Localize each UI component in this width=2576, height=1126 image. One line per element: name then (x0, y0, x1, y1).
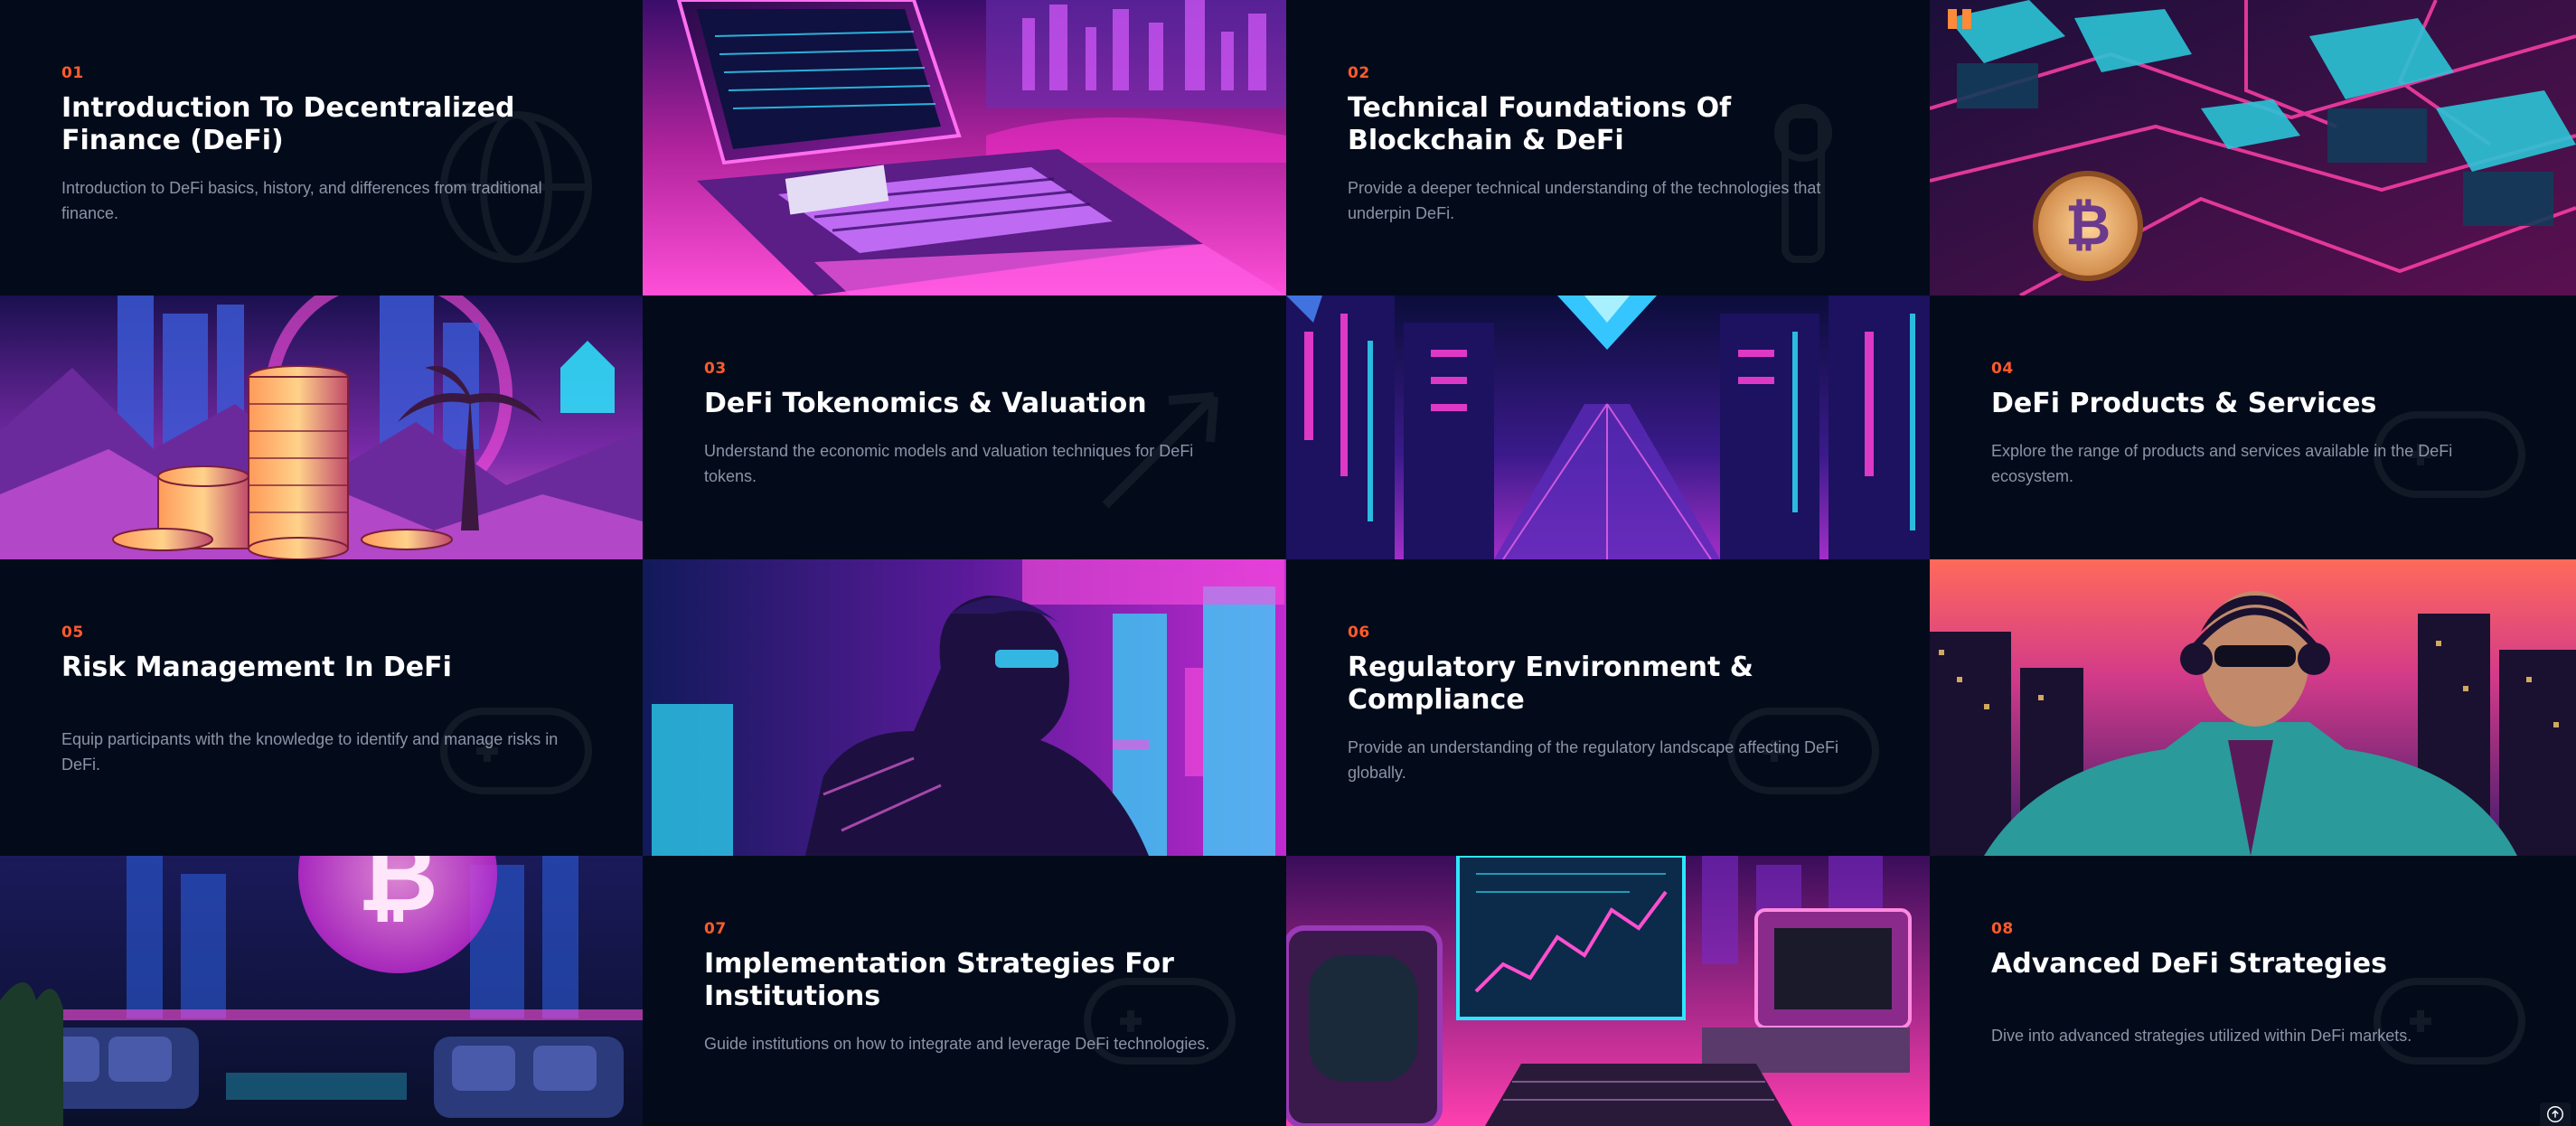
module-card-05[interactable]: 05 Risk Management In DeFi Equip partici… (0, 559, 643, 856)
module-description: Introduction to DeFi basics, history, an… (61, 179, 542, 222)
module-title[interactable]: Technical Foundations Of Blockchain & De… (1348, 92, 1854, 157)
module-title[interactable]: Risk Management In DeFi (61, 652, 568, 684)
module-title[interactable]: Advanced DeFi Strategies (1991, 948, 2497, 981)
svg-text:₿: ₿ (2065, 192, 2111, 258)
module-card-07[interactable]: 07 Implementation Strategies For Institu… (643, 856, 1286, 1126)
neon-city-corridor-image (1286, 296, 1930, 559)
module-description: Dive into advanced strategies utilized w… (1991, 1027, 2412, 1045)
module-card-04[interactable]: 04 DeFi Products & Services Explore the … (1930, 296, 2576, 559)
module-title[interactable]: Regulatory Environment & Compliance (1348, 652, 1854, 717)
module-number: 08 (1991, 920, 2014, 938)
neon-coin-stack-image (0, 296, 643, 559)
module-card-06[interactable]: 06 Regulatory Environment & Compliance P… (1286, 559, 1930, 856)
module-description: Equip participants with the knowledge to… (61, 730, 559, 774)
module-card-01[interactable]: 01 Introduction To Decentralized Finance… (0, 0, 643, 296)
module-description: Explore the range of products and servic… (1991, 442, 2453, 485)
arrow-up-circle-icon (2547, 1106, 2563, 1122)
module-title[interactable]: DeFi Products & Services (1991, 388, 2497, 420)
module-title[interactable]: DeFi Tokenomics & Valuation (704, 388, 1210, 420)
module-card-08[interactable]: 08 Advanced DeFi Strategies Dive into ad… (1930, 856, 2576, 1126)
module-title[interactable]: Introduction To Decentralized Finance (D… (61, 92, 568, 157)
module-number: 04 (1991, 360, 2014, 378)
neon-hacker-portrait-image (643, 559, 1286, 856)
module-number: 02 (1348, 64, 1370, 82)
neon-circuit-bitcoin-image: ₿ (1930, 0, 2576, 296)
neon-lounge-bitcoin-image: ₿ (0, 856, 643, 1126)
module-title[interactable]: Implementation Strategies For Institutio… (704, 948, 1210, 1013)
scroll-to-top-button[interactable] (2540, 1103, 2571, 1126)
module-number: 03 (704, 360, 727, 378)
neon-businessman-image (1930, 559, 2576, 856)
module-number: 01 (61, 64, 84, 82)
module-card-02[interactable]: 02 Technical Foundations Of Blockchain &… (1286, 0, 1930, 296)
retro-laptop-image (643, 0, 1286, 296)
course-modules-grid: 01 Introduction To Decentralized Finance… (0, 0, 2576, 1126)
module-number: 07 (704, 920, 727, 938)
module-description: Understand the economic models and valua… (704, 442, 1194, 485)
module-card-03[interactable]: 03 DeFi Tokenomics & Valuation Understan… (643, 296, 1286, 559)
module-number: 06 (1348, 624, 1370, 642)
retro-computer-trading-image (1286, 856, 1930, 1126)
svg-text:₿: ₿ (357, 856, 438, 934)
module-description: Guide institutions on how to integrate a… (704, 1035, 1210, 1053)
module-description: Provide an understanding of the regulato… (1348, 738, 1839, 782)
module-number: 05 (61, 624, 84, 642)
module-description: Provide a deeper technical understanding… (1348, 179, 1821, 222)
